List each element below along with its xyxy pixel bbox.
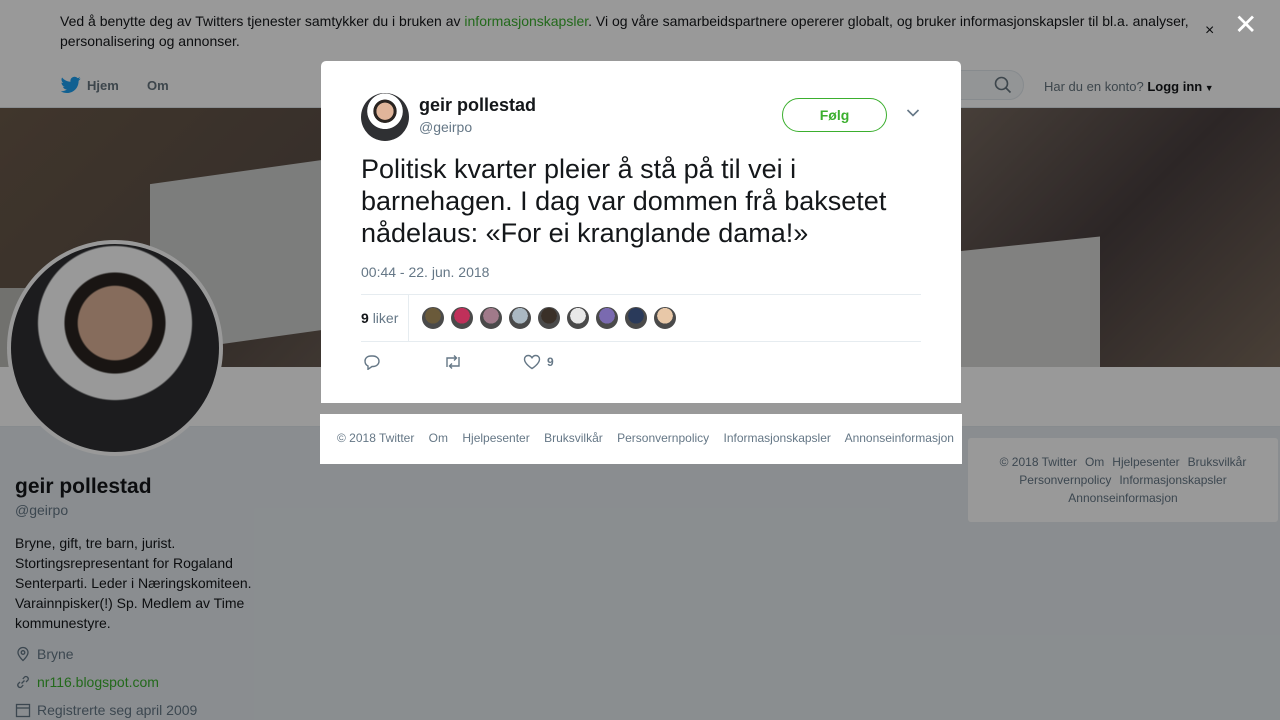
retweet-icon [446,355,460,369]
liker-avatar[interactable] [537,306,561,330]
tweet-stats: 9 liker [361,294,921,342]
tweet-modal: geir pollestad @geirpo Følg Politisk kva… [321,61,961,403]
tweet-timestamp[interactable]: 00:44 - 22. jun. 2018 [361,264,489,280]
like-button[interactable]: 9 [523,354,554,370]
likers-avatars [421,306,682,330]
like-count: 9 [547,355,554,369]
liker-avatar[interactable] [653,306,677,330]
tweet-actions: 9 [361,354,921,374]
liker-avatar[interactable] [421,306,445,330]
tweet-author-handle[interactable]: @geirpo [419,119,472,135]
reply-icon [364,355,380,370]
tweet-text: Politisk kvarter pleier å stå på til vei… [361,154,887,248]
liker-avatar[interactable] [479,306,503,330]
overlay-close-button[interactable]: ✕ [1234,11,1257,39]
modal-footer-help[interactable]: Hjelpesenter [462,431,529,445]
retweet-button[interactable] [443,354,463,370]
modal-footer-cookies[interactable]: Informasjonskapsler [724,431,831,445]
chevron-down-icon[interactable] [906,108,920,118]
modal-footer-privacy[interactable]: Personvernpolicy [617,431,709,445]
likes-count: 9 [361,310,369,326]
modal-footer: © 2018 Twitter Om Hjelpesenter Bruksvilk… [320,414,962,464]
modal-footer-terms[interactable]: Bruksvilkår [544,431,603,445]
modal-footer-about[interactable]: Om [429,431,448,445]
likes-stat[interactable]: 9 liker [361,310,398,326]
liker-avatar[interactable] [595,306,619,330]
liker-avatar[interactable] [508,306,532,330]
modal-footer-copyright: © 2018 Twitter [337,431,415,445]
follow-button[interactable]: Følg [782,98,887,132]
reply-button[interactable] [363,354,381,370]
liker-avatar[interactable] [566,306,590,330]
tweet-author-avatar[interactable] [361,93,409,141]
heart-icon [523,354,541,370]
liker-avatar[interactable] [450,306,474,330]
modal-footer-ads[interactable]: Annonseinformasjon [845,431,954,445]
liker-avatar[interactable] [624,306,648,330]
likes-label: liker [372,310,399,326]
tweet-author-name[interactable]: geir pollestad [419,95,536,116]
